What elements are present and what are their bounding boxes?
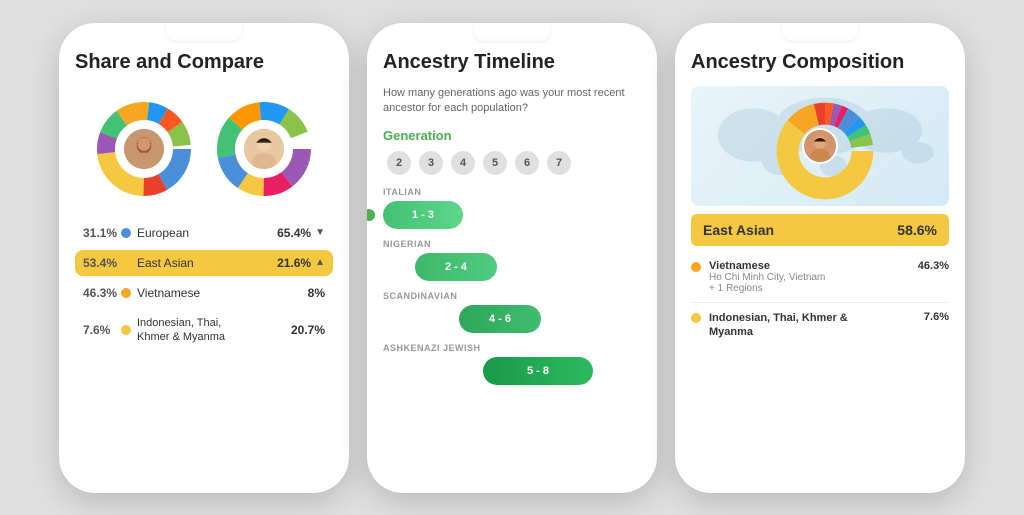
tl-label-scandinavian: SCANDINAVIAN <box>383 291 641 301</box>
stat-left-eastasian: 53.4% <box>83 256 121 270</box>
comp-pct-indonesian: 7.6% <box>924 311 949 323</box>
stat-dot-indonesian <box>121 325 131 335</box>
comp-dot-vietnamese <box>691 262 701 272</box>
tl-bar-ashkenazi: 5 - 8 <box>483 357 593 385</box>
stat-right-indonesian: 20.7% <box>291 323 325 337</box>
comp-label-indonesian: Indonesian, Thai, Khmer &Myanma <box>709 311 916 340</box>
tl-range-italian: 1 - 3 <box>412 209 434 221</box>
stat-right-european: 65.4% ▼ <box>277 226 325 240</box>
comp-info-vietnamese: Vietnamese Ho Chi Minh City, Vietnam+ 1 … <box>709 260 910 294</box>
donut-left <box>89 94 199 204</box>
comp-divider <box>691 302 949 303</box>
comp-sub-vietnamese: Ho Chi Minh City, Vietnam+ 1 Regions <box>709 272 910 294</box>
avatar-composition <box>802 128 838 164</box>
stat-label-indonesian: Indonesian, Thai,Khmer & Myanma <box>137 316 291 345</box>
stat-row-indonesian[interactable]: 7.6% Indonesian, Thai,Khmer & Myanma 20.… <box>75 310 333 351</box>
stat-dot-european <box>121 228 131 238</box>
phone-notch-3 <box>780 23 860 43</box>
gen-num-5: 5 <box>483 151 507 175</box>
comp-detail-vietnamese[interactable]: Vietnamese Ho Chi Minh City, Vietnam+ 1 … <box>691 256 949 298</box>
app-container: Share and Compare <box>0 0 1024 515</box>
comp-dot-indonesian <box>691 313 701 323</box>
gen-num-4: 4 <box>451 151 475 175</box>
avatar-1 <box>122 127 166 171</box>
composition-highlight: East Asian 58.6% <box>691 214 949 246</box>
timeline-items: ITALIAN 1 - 3 NIGERIAN 2 - 4 <box>383 187 641 385</box>
phone2-title: Ancestry Timeline <box>383 51 641 74</box>
comp-label-vietnamese: Vietnamese <box>709 260 910 272</box>
comp-pct-vietnamese: 46.3% <box>918 260 949 272</box>
stat-pct-european: 65.4% <box>277 226 311 240</box>
stat-dot-eastasian <box>121 258 131 268</box>
gen-num-7: 7 <box>547 151 571 175</box>
tl-label-ashkenazi: ASHKENAZI JEWISH <box>383 343 641 353</box>
tl-bar-nigerian: 2 - 4 <box>415 253 497 281</box>
phone2-screen: Ancestry Timeline How many generations a… <box>367 23 657 493</box>
stat-right-vietnamese: 8% <box>308 286 325 300</box>
phone-notch-2 <box>472 23 552 43</box>
phone-share-compare: Share and Compare <box>59 23 349 493</box>
timeline-item-italian: ITALIAN 1 - 3 <box>383 187 641 229</box>
comp-highlight-label: East Asian <box>703 222 774 238</box>
phone3-title: Ancestry Composition <box>691 51 949 74</box>
timeline-subtitle: How many generations ago was your most r… <box>383 86 641 117</box>
stat-right-eastasian: 21.6% ▲ <box>277 256 325 270</box>
timeline-item-ashkenazi: ASHKENAZI JEWISH 5 - 8 <box>383 343 641 385</box>
stats-list: 31.1% European 65.4% ▼ 53.4% East Asian … <box>75 220 333 477</box>
comp-detail-indonesian[interactable]: Indonesian, Thai, Khmer &Myanma 7.6% <box>691 307 949 344</box>
avatar-2 <box>242 127 286 171</box>
stat-left-european: 31.1% <box>83 226 121 240</box>
tl-bar-wrap-italian: 1 - 3 <box>383 201 641 229</box>
stat-label-eastasian: East Asian <box>137 256 277 270</box>
donut-composition <box>770 96 870 196</box>
stat-label-european: European <box>137 226 277 240</box>
stat-pct-eastasian: 21.6% <box>277 256 311 270</box>
generation-label: Generation <box>383 128 641 143</box>
tl-bar-wrap-scandinavian: 4 - 6 <box>383 305 641 333</box>
phone1-screen: Share and Compare <box>59 23 349 493</box>
stat-pct-indonesian: 20.7% <box>291 323 325 337</box>
comp-info-indonesian: Indonesian, Thai, Khmer &Myanma <box>709 311 916 340</box>
stat-pct-vietnamese: 8% <box>308 286 325 300</box>
generation-numbers: 2 3 4 5 6 7 <box>383 151 641 175</box>
tl-label-nigerian: NIGERIAN <box>383 239 641 249</box>
tl-bar-scandinavian: 4 - 6 <box>459 305 541 333</box>
phone-timeline: Ancestry Timeline How many generations a… <box>367 23 657 493</box>
donut-row-1 <box>75 94 333 204</box>
chevron-up-icon: ▲ <box>315 257 325 268</box>
composition-map <box>691 86 949 206</box>
tl-bar-wrap-ashkenazi: 5 - 8 <box>383 357 641 385</box>
comp-highlight-pct: 58.6% <box>897 222 937 238</box>
donut-right <box>209 94 319 204</box>
sidebar-marker-italian <box>367 209 375 221</box>
gen-num-3: 3 <box>419 151 443 175</box>
chevron-down-icon: ▼ <box>315 227 325 238</box>
tl-label-italian: ITALIAN <box>383 187 641 197</box>
phone-notch-1 <box>164 23 244 43</box>
stat-row-vietnamese[interactable]: 46.3% Vietnamese 8% <box>75 280 333 306</box>
stat-dot-vietnamese <box>121 288 131 298</box>
phone-composition: Ancestry Composition <box>675 23 965 493</box>
stat-row-european[interactable]: 31.1% European 65.4% ▼ <box>75 220 333 246</box>
stat-left-vietnamese: 46.3% <box>83 286 121 300</box>
gen-num-2: 2 <box>387 151 411 175</box>
tl-range-nigerian: 2 - 4 <box>445 261 467 273</box>
timeline-item-nigerian: NIGERIAN 2 - 4 <box>383 239 641 281</box>
stat-label-vietnamese: Vietnamese <box>137 286 308 300</box>
stat-row-eastasian[interactable]: 53.4% East Asian 21.6% ▲ <box>75 250 333 276</box>
stat-left-indonesian: 7.6% <box>83 323 121 337</box>
timeline-item-scandinavian: SCANDINAVIAN 4 - 6 <box>383 291 641 333</box>
phone3-screen: Ancestry Composition <box>675 23 965 493</box>
tl-bar-italian: 1 - 3 <box>383 201 463 229</box>
phone1-title: Share and Compare <box>75 51 333 74</box>
tl-bar-wrap-nigerian: 2 - 4 <box>383 253 641 281</box>
tl-range-ashkenazi: 5 - 8 <box>527 365 549 377</box>
tl-range-scandinavian: 4 - 6 <box>489 313 511 325</box>
gen-num-6: 6 <box>515 151 539 175</box>
